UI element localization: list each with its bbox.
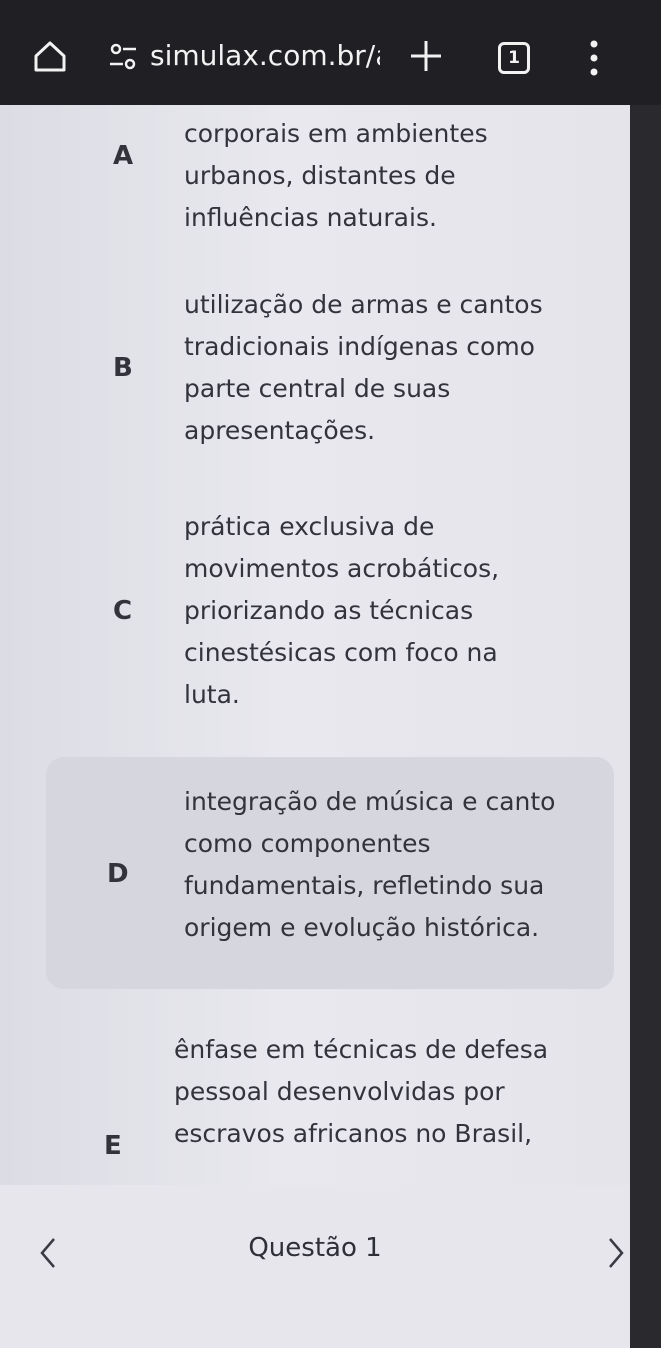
option-text: ênfase em técnicas de defesa pessoal des… — [174, 1035, 549, 1148]
option-text: prática exclusiva de movimentos acrobáti… — [184, 512, 500, 709]
option-text: corporais em ambientes urbanos, distante… — [184, 119, 488, 232]
new-tab-icon[interactable] — [406, 36, 446, 76]
question-title: Questão 1 — [248, 1233, 382, 1263]
option-text: integração de música e canto como compon… — [184, 787, 556, 942]
chevron-right-icon[interactable] — [606, 1235, 626, 1271]
question-content: A corporais em ambientes urbanos, distan… — [0, 105, 630, 1185]
tab-count-button[interactable]: 1 — [498, 42, 530, 74]
option-letter: C — [113, 596, 133, 626]
more-menu-icon[interactable] — [584, 36, 604, 80]
option-letter: A — [113, 141, 134, 171]
address-bar[interactable]: simulax.com.br/a — [150, 38, 380, 74]
option-letter: D — [107, 859, 129, 889]
site-settings-icon[interactable] — [108, 40, 138, 74]
screen-edge — [630, 105, 661, 1348]
option-text: utilização de armas e cantos tradicionai… — [184, 290, 543, 445]
home-icon[interactable] — [30, 36, 70, 76]
option-letter: E — [104, 1131, 122, 1161]
browser-toolbar: simulax.com.br/a 1 — [0, 0, 661, 105]
question-navigation: Questão 1 — [0, 1185, 630, 1348]
option-letter: B — [113, 353, 133, 383]
